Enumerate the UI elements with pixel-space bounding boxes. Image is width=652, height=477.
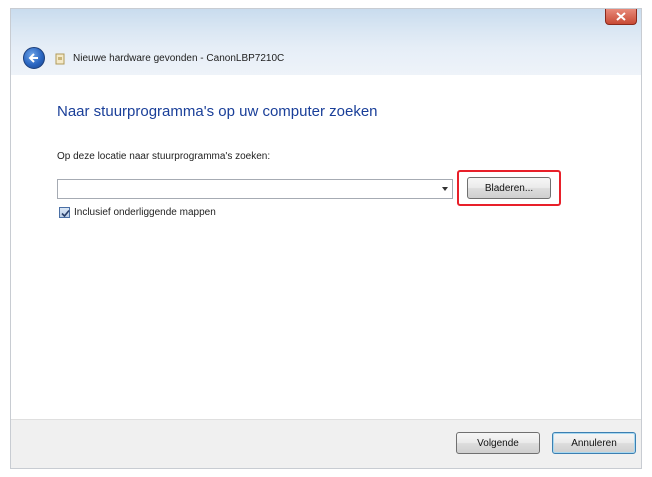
close-button[interactable] [605,9,637,25]
close-icon [616,12,626,21]
location-label: Op deze locatie naar stuurprogramma's zo… [57,151,271,162]
back-arrow-icon [28,53,38,63]
include-subfolders-label[interactable]: Inclusief onderliggende mappen [74,207,216,218]
location-combobox[interactable] [57,179,453,199]
hardware-icon [55,53,65,65]
back-button[interactable] [23,47,45,69]
footer-bar: Volgende Annuleren [11,419,641,468]
checkmark-icon [61,209,70,218]
dropdown-arrow-icon[interactable] [442,187,448,191]
window-title: Nieuwe hardware gevonden - CanonLBP7210C [73,53,285,64]
title-bar: Nieuwe hardware gevonden - CanonLBP7210C [11,9,641,75]
browse-button[interactable]: Bladeren... [467,177,551,199]
next-button[interactable]: Volgende [456,432,540,454]
page-heading: Naar stuurprogramma's op uw computer zoe… [57,103,378,120]
wizard-window: Nieuwe hardware gevonden - CanonLBP7210C… [10,8,642,469]
include-subfolders-checkbox[interactable] [59,207,70,218]
cancel-button[interactable]: Annuleren [552,432,636,454]
